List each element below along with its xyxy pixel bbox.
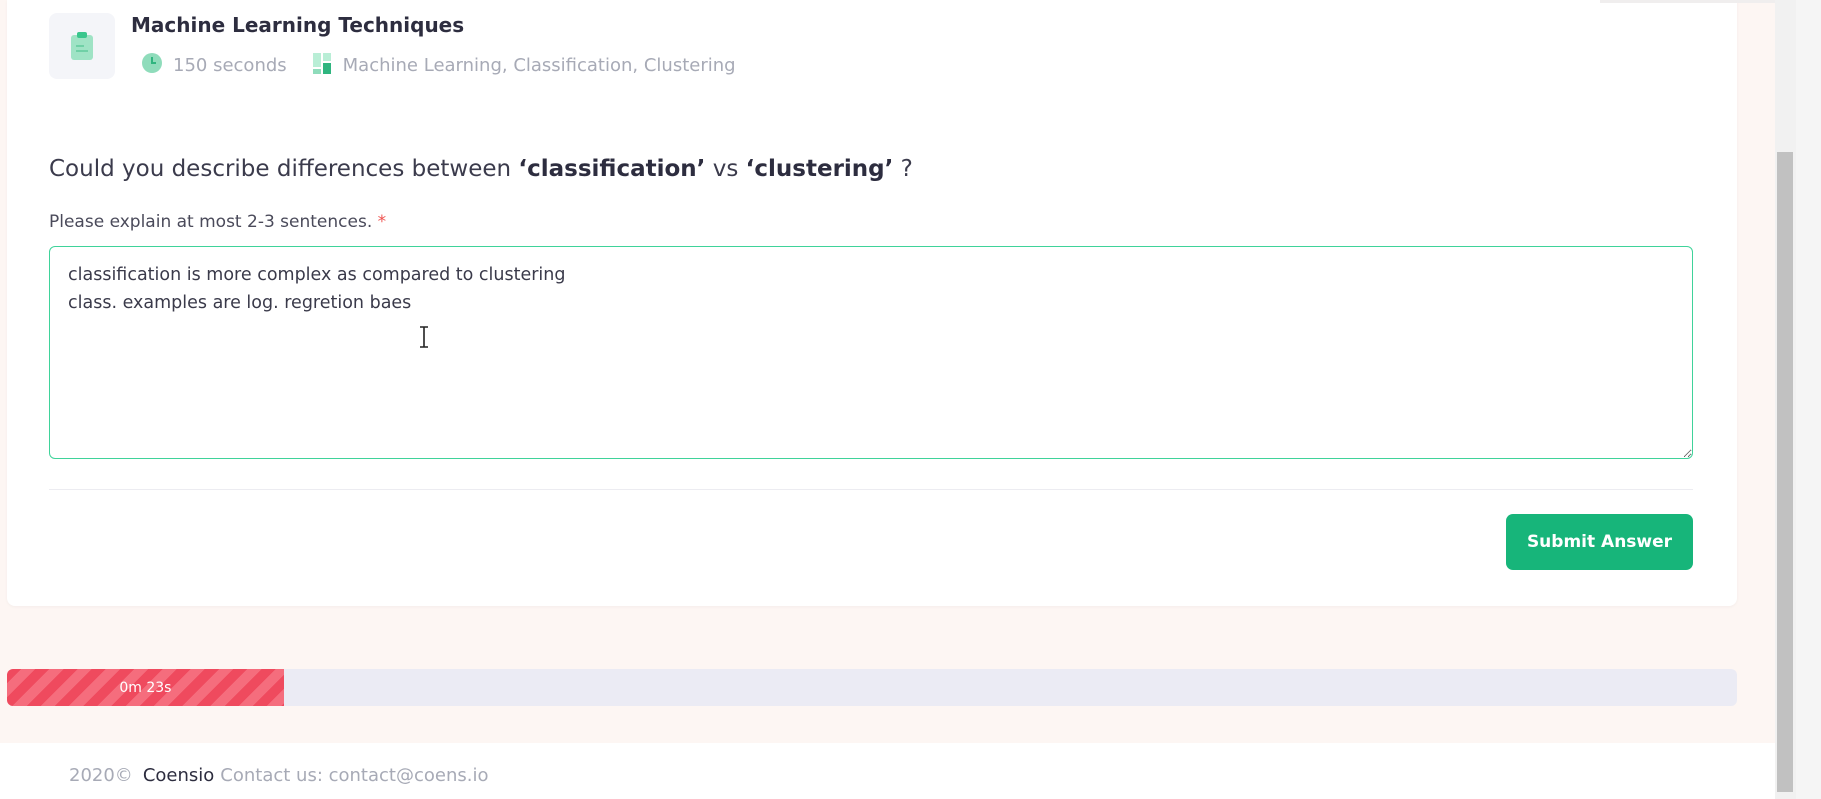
question-suffix: ? [893,156,913,182]
text-cursor-icon [420,326,428,348]
scrollbar-thumb[interactable] [1777,152,1793,792]
clipboard-icon [49,13,115,79]
instruction-text: Please explain at most 2-3 sentences. [49,212,373,232]
term-clustering: ‘clustering’ [745,156,894,182]
question-mid: vs [705,156,746,182]
duration-text: 150 seconds [173,55,287,76]
divider [49,489,1693,490]
header-edge [1600,0,1775,3]
window-edge [1796,0,1821,799]
required-mark: * [377,212,387,232]
timer-label: 0m 23s [119,679,172,696]
footer-brand: Coensio [142,765,215,786]
timer-progress-bar: 0m 23s [7,669,1737,706]
footer: 2020© Coensio Contact us: contact@coens.io [0,743,1775,799]
category-icon [312,52,333,79]
page-scrollbar[interactable] [1775,0,1796,799]
tags-text: Machine Learning, Classification, Cluste… [342,55,736,76]
submit-answer-button[interactable]: Submit Answer [1506,514,1693,570]
answer-instruction: Please explain at most 2-3 sentences. * [49,212,386,232]
question-prefix: Could you describe differences between [49,156,519,182]
question-meta: 150 seconds Machine Learning, Classifica… [141,52,736,79]
question-text: Could you describe differences between ‘… [49,156,913,182]
clock-icon [141,52,163,79]
footer-contact[interactable]: Contact us: contact@coens.io [220,765,488,786]
footer-year: 2020© [69,765,133,786]
answer-textarea[interactable] [49,246,1693,459]
timer-progress-fill: 0m 23s [7,669,284,706]
term-classification: ‘classification’ [518,156,706,182]
question-title: Machine Learning Techniques [131,13,465,37]
